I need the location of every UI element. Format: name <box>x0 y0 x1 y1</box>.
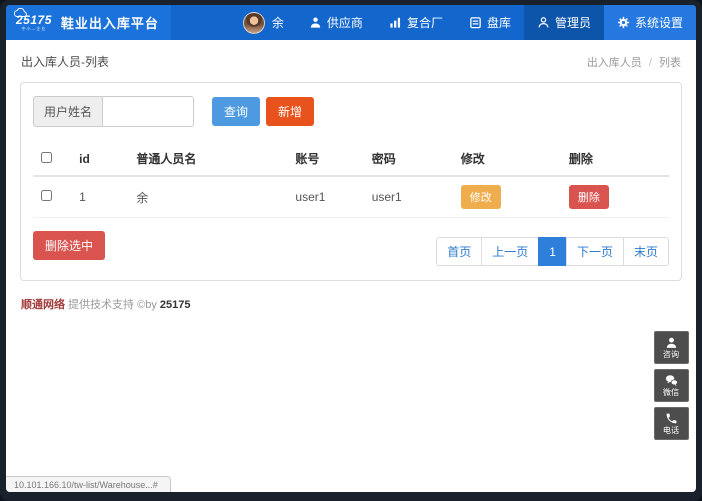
pagination-prev[interactable]: 上一页 <box>481 237 540 266</box>
status-bar-url: 10.101.166.10/tw-list/Warehouse...# <box>14 480 158 490</box>
delete-selected-button[interactable]: 删除选中 <box>33 231 106 260</box>
add-button[interactable]: 新增 <box>266 97 315 126</box>
pagination-last[interactable]: 末页 <box>622 237 669 266</box>
modify-button[interactable]: 修改 <box>460 185 501 209</box>
user-menu[interactable]: 余 <box>231 5 296 40</box>
nav-item-inventory[interactable]: 盘库 <box>456 5 524 40</box>
navbar-menu: 余 供应商 复合厂 盘库 管理员 系统设置 <box>231 5 696 40</box>
page-title: 出入库人员-列表 <box>21 55 109 69</box>
side-button-label: 电话 <box>663 425 680 435</box>
username-label: 用户姓名 <box>33 96 103 127</box>
brand-title: 鞋业出入库平台 <box>60 16 159 31</box>
nav-item-factory[interactable]: 复合厂 <box>376 5 456 40</box>
header-id: id <box>71 142 129 177</box>
consult-button[interactable]: 咨询 <box>654 331 689 364</box>
header-account: 账号 <box>287 142 364 177</box>
nav-item-label: 盘库 <box>486 16 511 30</box>
admin-person-icon <box>538 17 549 28</box>
wechat-icon <box>665 375 678 386</box>
query-button[interactable]: 查询 <box>212 97 261 126</box>
brand-logo-block[interactable]: 25175 中小—企业 鞋业出入库平台 <box>6 5 171 40</box>
cell-name: 余 <box>128 176 288 218</box>
username-input-group: 用户姓名 <box>33 96 195 127</box>
window-frame: 25175 中小—企业 鞋业出入库平台 余 供应商 复合厂 盘库 管理员 系统设… <box>0 0 702 501</box>
logo-25175: 25175 中小—企业 <box>13 8 52 31</box>
phone-icon <box>666 413 677 424</box>
users-table: id 普通人员名 账号 密码 修改 删除 1 余 user1 user1 修改 … <box>33 142 669 218</box>
inventory-icon <box>470 17 481 29</box>
breadcrumb-current: 列表 <box>659 56 681 69</box>
side-button-label: 微信 <box>663 387 680 397</box>
footer-company-link[interactable]: 顺通网络 <box>21 299 65 311</box>
page: 25175 中小—企业 鞋业出入库平台 余 供应商 复合厂 盘库 管理员 系统设… <box>6 5 696 492</box>
cell-account: user1 <box>287 176 364 218</box>
top-navbar: 25175 中小—企业 鞋业出入库平台 余 供应商 复合厂 盘库 管理员 系统设… <box>6 5 696 40</box>
header-delete: 删除 <box>560 142 669 177</box>
side-float-buttons: 咨询 微信 电话 <box>654 331 689 440</box>
nav-item-label: 系统设置 <box>634 16 683 30</box>
logo-tagline: 中小—企业 <box>21 26 47 31</box>
link-preview-status-bar: 10.101.166.10/tw-list/Warehouse...# <box>6 476 171 492</box>
content-panel: 用户姓名 查询 新增 id 普通人员名 账号 密码 修改 删除 1 余 user… <box>20 82 682 281</box>
user-name: 余 <box>271 16 284 30</box>
wechat-button[interactable]: 微信 <box>654 369 689 402</box>
nav-item-settings[interactable]: 系统设置 <box>603 5 696 40</box>
select-all-checkbox[interactable] <box>41 151 52 163</box>
side-button-label: 咨询 <box>663 349 680 359</box>
table-header-row: id 普通人员名 账号 密码 修改 删除 <box>33 142 669 177</box>
pagination-page-1[interactable]: 1 <box>538 237 567 266</box>
pagination-next[interactable]: 下一页 <box>565 237 624 266</box>
breadcrumb: 出入库人员 / 列表 <box>587 54 681 70</box>
nav-item-label: 管理员 <box>554 16 591 30</box>
supplier-person-icon <box>310 17 321 28</box>
nav-item-admin[interactable]: 管理员 <box>523 5 604 40</box>
navbar-spacer <box>171 5 231 40</box>
footer: 顺通网络 提供技术支持 ©by 25175 <box>21 296 681 312</box>
nav-item-label: 复合厂 <box>406 16 443 30</box>
pagination: 首页 上一页 1 下一页 末页 <box>436 237 669 266</box>
factory-chart-icon <box>390 17 400 28</box>
pagination-first[interactable]: 首页 <box>436 237 483 266</box>
row-checkbox[interactable] <box>41 190 52 201</box>
delete-button[interactable]: 删除 <box>568 185 609 209</box>
cell-id: 1 <box>71 176 129 218</box>
cloud-icon <box>13 8 27 17</box>
nav-item-supplier[interactable]: 供应商 <box>296 5 376 40</box>
user-avatar[interactable] <box>242 11 265 34</box>
nav-item-label: 供应商 <box>326 16 363 30</box>
breadcrumb-separator: / <box>648 56 652 69</box>
username-input[interactable] <box>102 96 195 127</box>
header-modify: 修改 <box>452 142 561 177</box>
breadcrumb-row: 出入库人员-列表 出入库人员 / 列表 <box>6 40 696 80</box>
header-password: 密码 <box>363 142 453 177</box>
table-row: 1 余 user1 user1 修改 删除 <box>33 176 669 218</box>
phone-button[interactable]: 电话 <box>654 407 689 440</box>
header-name: 普通人员名 <box>128 142 288 177</box>
breadcrumb-root[interactable]: 出入库人员 <box>587 57 642 69</box>
panel-bottom-bar: 删除选中 首页 上一页 1 下一页 末页 <box>33 231 669 266</box>
footer-brand: 25175 <box>159 299 191 311</box>
settings-gear-icon <box>617 16 630 29</box>
search-form: 用户姓名 查询 新增 <box>33 96 669 127</box>
cell-password: user1 <box>363 176 453 218</box>
consult-icon <box>666 337 677 348</box>
footer-text: 提供技术支持 ©by <box>65 299 160 311</box>
